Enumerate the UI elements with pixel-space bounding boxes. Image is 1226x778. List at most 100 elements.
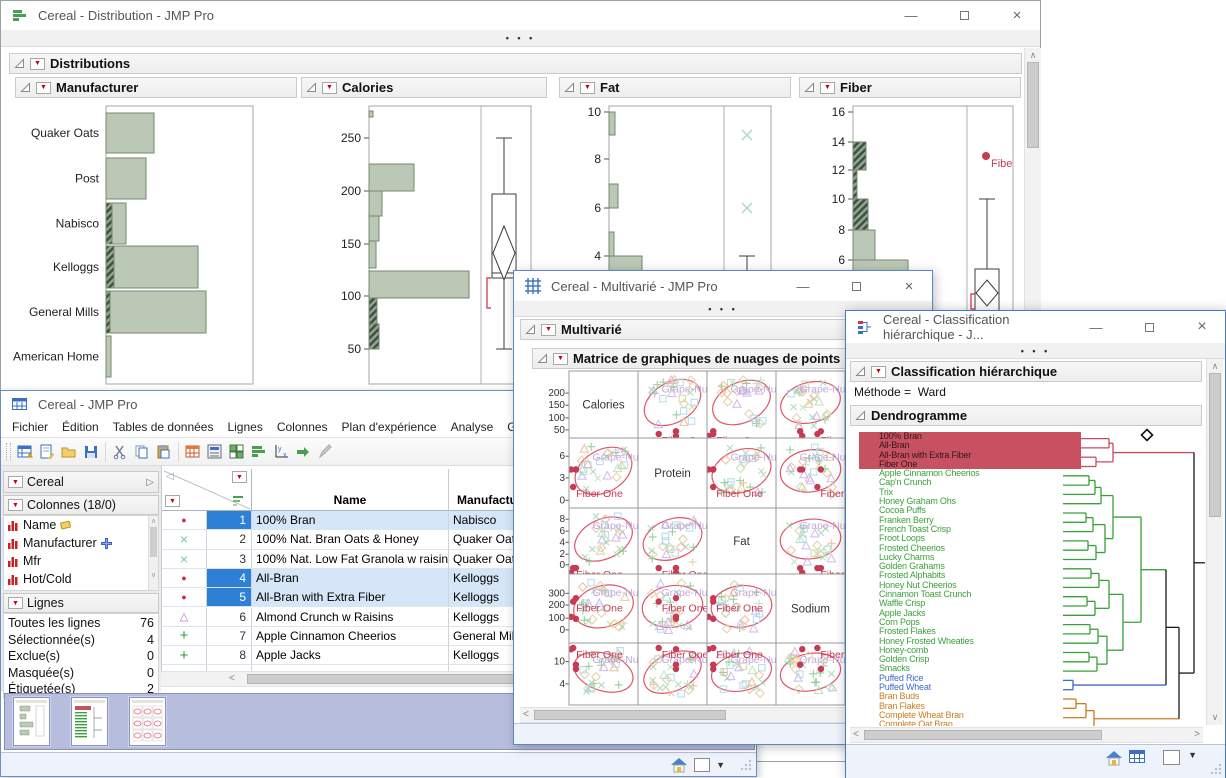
data-table-status-icon[interactable]	[1129, 750, 1149, 766]
resize-grip[interactable]	[739, 758, 753, 772]
dendrogram-labels[interactable]: 100% BranAll-BranAll-Bran with Extra Fib…	[859, 432, 1081, 726]
columns-list-scrollbar[interactable]: ∧∨	[148, 516, 158, 590]
resize-grip[interactable]	[1209, 762, 1223, 776]
columns-corner-icon[interactable]: ◁	[166, 471, 174, 482]
scrollbar-thumb[interactable]	[1209, 373, 1221, 517]
minimize-button[interactable]: —	[888, 1, 934, 30]
manufacturer-bar-chart[interactable]: Quaker OatsPostNabiscoKelloggsGeneral Mi…	[11, 101, 297, 389]
collapse-icon[interactable]	[14, 58, 25, 69]
cell-name[interactable]: Apple Cinnamon Cheerios	[252, 627, 449, 646]
row-number[interactable]: 6	[207, 608, 252, 627]
journal-icon[interactable]	[36, 441, 58, 463]
rows-red-triangle[interactable]: ▼	[165, 495, 180, 507]
row-number[interactable]: 1	[207, 511, 252, 530]
marker-color-swatch[interactable]	[1163, 750, 1180, 765]
menu-colonnes[interactable]: Colonnes	[270, 417, 335, 437]
summary-icon[interactable]	[204, 441, 226, 463]
row-marker[interactable]: ×	[162, 530, 207, 549]
scroll-left-arrow[interactable]: <	[523, 709, 529, 720]
red-triangle-menu[interactable]: ▼	[36, 82, 51, 94]
calories-histogram[interactable]: 25020015010050	[301, 101, 547, 389]
collapse-icon[interactable]	[804, 82, 815, 93]
column-header-name[interactable]: Name	[252, 469, 449, 511]
scroll-up-arrow[interactable]: ∧	[1207, 362, 1223, 371]
cell-name[interactable]: All-Bran	[252, 569, 449, 588]
collapse-icon[interactable]	[525, 324, 536, 335]
toolbar-grip[interactable]	[6, 443, 11, 461]
scroll-up-arrow[interactable]: ∧	[1025, 51, 1041, 60]
menu-fichier[interactable]: Fichier	[5, 417, 55, 437]
scrollbar-thumb[interactable]	[864, 730, 1102, 740]
open-icon[interactable]	[58, 441, 80, 463]
red-triangle-menu[interactable]: ▼	[8, 476, 23, 488]
v-scrollbar[interactable]: ∧ ∨	[1206, 359, 1223, 725]
thumbnail-distribution[interactable]	[13, 697, 50, 746]
column-item-hot-cold[interactable]: Hot/Cold	[4, 570, 158, 588]
row-marker[interactable]: +	[162, 627, 207, 646]
cell-name[interactable]: 100% Bran	[252, 511, 449, 530]
columns-panel-header[interactable]: ▼ Colonnes (18/0)	[3, 495, 159, 515]
row-number[interactable]: 3	[207, 550, 252, 569]
column-item-mfr[interactable]: Mfr	[4, 552, 158, 570]
red-triangle-menu[interactable]: ▼	[820, 82, 835, 94]
scroll-right-arrow[interactable]: >	[1194, 729, 1200, 740]
h-scrollbar[interactable]: < >	[850, 727, 1203, 743]
red-triangle-menu[interactable]: ▼	[580, 82, 595, 94]
row-marker[interactable]: +	[162, 646, 207, 665]
fat-histogram[interactable]: 10864	[559, 101, 791, 273]
row-marker[interactable]: ●	[162, 511, 207, 530]
scrollbar-thumb[interactable]	[1027, 62, 1039, 148]
close-button[interactable]: ×	[1179, 311, 1225, 343]
scroll-left-arrow[interactable]: <	[853, 729, 859, 740]
row-marker[interactable]: ●	[162, 588, 207, 607]
menu-lignes[interactable]: Lignes	[220, 417, 269, 437]
cut-icon[interactable]	[109, 441, 131, 463]
dendrogram[interactable]: 100% BranAll-BranAll-Bran with Extra Fib…	[850, 426, 1205, 726]
close-button[interactable]: ×	[994, 1, 1040, 30]
cell-name[interactable]: All-Bran with Extra Fiber	[252, 588, 449, 607]
formula-icon[interactable]	[314, 441, 336, 463]
titlebar-clustering[interactable]: Cereal - Classification hiérarchique - J…	[846, 311, 1225, 343]
table-panel[interactable]: ▼ Cereal ▷	[3, 471, 159, 493]
row-marker[interactable]: ●	[162, 569, 207, 588]
expand-chevron-icon[interactable]: ▷	[146, 477, 154, 488]
distribution-icon[interactable]	[248, 441, 270, 463]
window-grip-dots[interactable]: • • •	[1, 30, 1040, 47]
red-triangle-menu[interactable]: ▼	[541, 324, 556, 336]
row-marker[interactable]: ×	[162, 550, 207, 569]
paste-icon[interactable]	[153, 441, 175, 463]
row-number[interactable]: 4	[207, 569, 252, 588]
cell-name[interactable]: Almond Crunch w Raisins	[252, 608, 449, 627]
row-number[interactable]: 8	[207, 646, 252, 665]
dendrogram-leaf-label[interactable]: Complete Oat Bran	[859, 720, 1081, 726]
red-triangle-menu[interactable]: ▼	[30, 58, 45, 70]
maximize-button[interactable]	[833, 271, 879, 301]
row-number[interactable]: 5	[207, 588, 252, 607]
row-marker[interactable]: △	[162, 608, 207, 627]
thumbnail-clustering[interactable]	[71, 697, 108, 746]
titlebar-distribution[interactable]: Cereal - Distribution - JMP Pro — ×	[1, 1, 1040, 30]
home-icon[interactable]	[670, 757, 690, 773]
assign-icon[interactable]	[292, 441, 314, 463]
cell-name[interactable]: Apple Jacks	[252, 646, 449, 665]
red-triangle-menu[interactable]: ▼	[8, 499, 23, 511]
column-item-name[interactable]: Name	[4, 516, 158, 534]
thumbnail-multivariate[interactable]	[129, 697, 166, 746]
copy-icon[interactable]	[131, 441, 153, 463]
red-triangle-menu[interactable]: ▼	[8, 597, 23, 609]
menu-tables-de-donn-es[interactable]: Tables de données	[106, 417, 221, 437]
collapse-icon[interactable]	[306, 82, 317, 93]
scroll-down-arrow[interactable]: ∨	[1207, 713, 1223, 722]
column-item-manufacturer[interactable]: Manufacturer	[4, 534, 158, 552]
scroll-left-arrow[interactable]: <	[229, 673, 235, 684]
maximize-button[interactable]	[1126, 311, 1172, 343]
row-number[interactable]: 7	[207, 627, 252, 646]
grid-corner[interactable]: ◁ ▼ ▼	[162, 469, 252, 511]
marker-color-swatch[interactable]	[694, 758, 710, 772]
minimize-button[interactable]: —	[1073, 311, 1119, 343]
new-data-table-icon[interactable]	[14, 441, 36, 463]
excel-import-icon[interactable]	[182, 441, 204, 463]
scrollbar-thumb[interactable]	[534, 710, 726, 720]
red-triangle-menu[interactable]: ▼	[322, 82, 337, 94]
cell-name[interactable]: 100% Nat. Low Fat Granola w raisins	[252, 550, 449, 569]
